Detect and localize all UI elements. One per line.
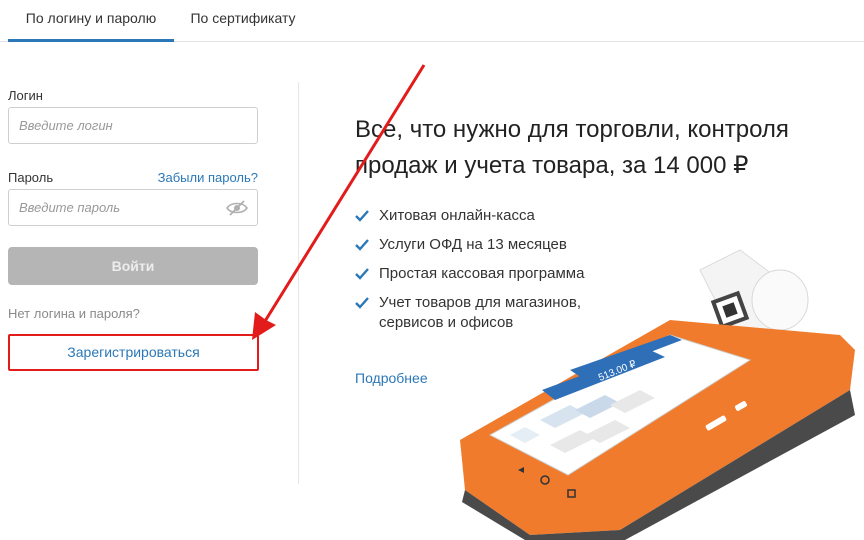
cash-register-image: 513.00 ₽ (460, 249, 855, 540)
check-icon (355, 297, 369, 309)
register-button[interactable]: Зарегистрироваться (8, 334, 259, 371)
feature-item: Хитовая онлайн-касса (355, 206, 615, 226)
login-input[interactable] (9, 108, 257, 143)
more-details-link[interactable]: Подробнее (355, 370, 428, 386)
password-label: Пароль (8, 170, 54, 185)
tab-login-password[interactable]: По логину и паролю (8, 0, 174, 42)
tab-certificate[interactable]: По сертификату (174, 0, 312, 42)
eye-slash-icon[interactable] (226, 200, 248, 216)
vertical-divider (298, 82, 299, 484)
password-input[interactable] (9, 190, 257, 225)
password-field-wrapper (8, 189, 258, 226)
check-icon (355, 210, 369, 222)
promo-headline: Все, что нужно для торговли, контроля пр… (355, 116, 789, 179)
login-button[interactable]: Войти (8, 247, 258, 285)
check-icon (355, 268, 369, 280)
auth-tabs: По логину и паролю По сертификату (0, 0, 864, 42)
no-account-text: Нет логина и пароля? (8, 306, 140, 321)
login-label: Логин (8, 88, 43, 103)
forgot-password-link[interactable]: Забыли пароль? (158, 170, 258, 185)
feature-text: Хитовая онлайн-касса (379, 207, 535, 224)
login-field-wrapper (8, 107, 258, 144)
check-icon (355, 239, 369, 251)
